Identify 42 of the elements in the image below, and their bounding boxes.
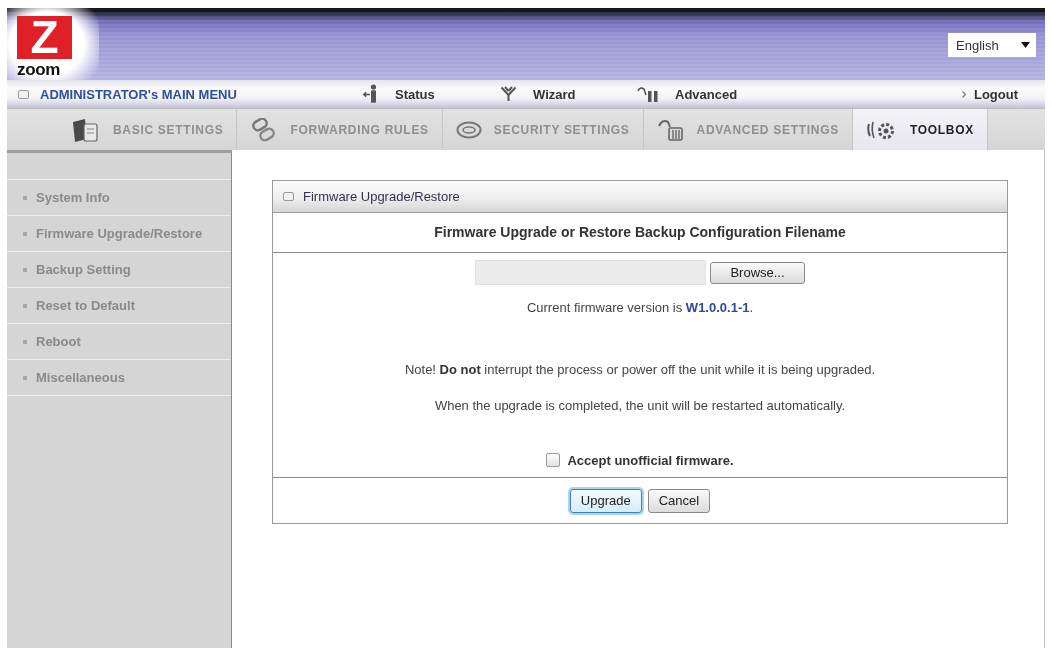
upgrade-button[interactable]: Upgrade [569, 488, 642, 513]
menu-link[interactable]: Wizard [500, 86, 637, 102]
bars-icon [637, 85, 659, 103]
sidebar-item[interactable]: Reboot [7, 324, 231, 360]
sidebar-item[interactable]: Firmware Upgrade/Restore [7, 216, 231, 252]
bullet-icon [23, 195, 27, 200]
sidebar-item[interactable]: Backup Setting [7, 252, 231, 288]
sidebar-item[interactable]: System Info [7, 180, 231, 216]
firmware-version-text: Current firmware version is W1.0.0.1-1. [526, 300, 754, 316]
bullet-icon [23, 339, 27, 344]
logo-wordmark: zoom [17, 62, 61, 77]
folder-icon [71, 116, 101, 143]
caret-icon [1021, 42, 1030, 48]
columns-icon [656, 117, 685, 142]
tools-icon [500, 86, 517, 102]
square-icon [18, 89, 29, 99]
menu-link[interactable]: Status [363, 84, 500, 104]
sidebar-item[interactable]: Reset to Default [7, 288, 231, 324]
browse-button[interactable]: Browse... [710, 261, 805, 284]
cancel-button[interactable]: Cancel [647, 488, 711, 513]
note-text: When the upgrade is completed, the unit will be restarted automatically. [434, 398, 846, 414]
checkbox-label: Accept unofficial firmware. [567, 452, 734, 468]
person-icon [363, 84, 379, 104]
square-icon [283, 192, 294, 201]
checkbox[interactable] [546, 453, 561, 467]
panel-subtitle: Firmware Upgrade or Restore Backup Configuration Filename [273, 213, 1007, 253]
file-path-field[interactable] [475, 260, 706, 285]
note-text: Note! Do not interrupt the process or power off the unit while it is being upgraded. [404, 362, 876, 378]
bullet-icon [23, 267, 27, 272]
panel-title: Firmware Upgrade/Restore [303, 189, 460, 204]
logout-link[interactable]: Logout [961, 86, 1018, 102]
bullet-icon [23, 303, 27, 308]
menu-link[interactable]: Advanced [637, 85, 774, 103]
sidebar-item[interactable]: Miscellaneous [7, 360, 231, 396]
language-select[interactable]: English [948, 33, 1036, 57]
tab[interactable]: TOOLBOX [852, 109, 988, 150]
bullet-icon [23, 231, 27, 236]
logo-mark: Z [17, 16, 72, 59]
main-menu-title: ADMINISTRATOR's MAIN MENU [40, 86, 237, 102]
chevron-icon [961, 90, 966, 98]
ring-icon [455, 120, 482, 139]
bullet-icon [23, 375, 27, 380]
